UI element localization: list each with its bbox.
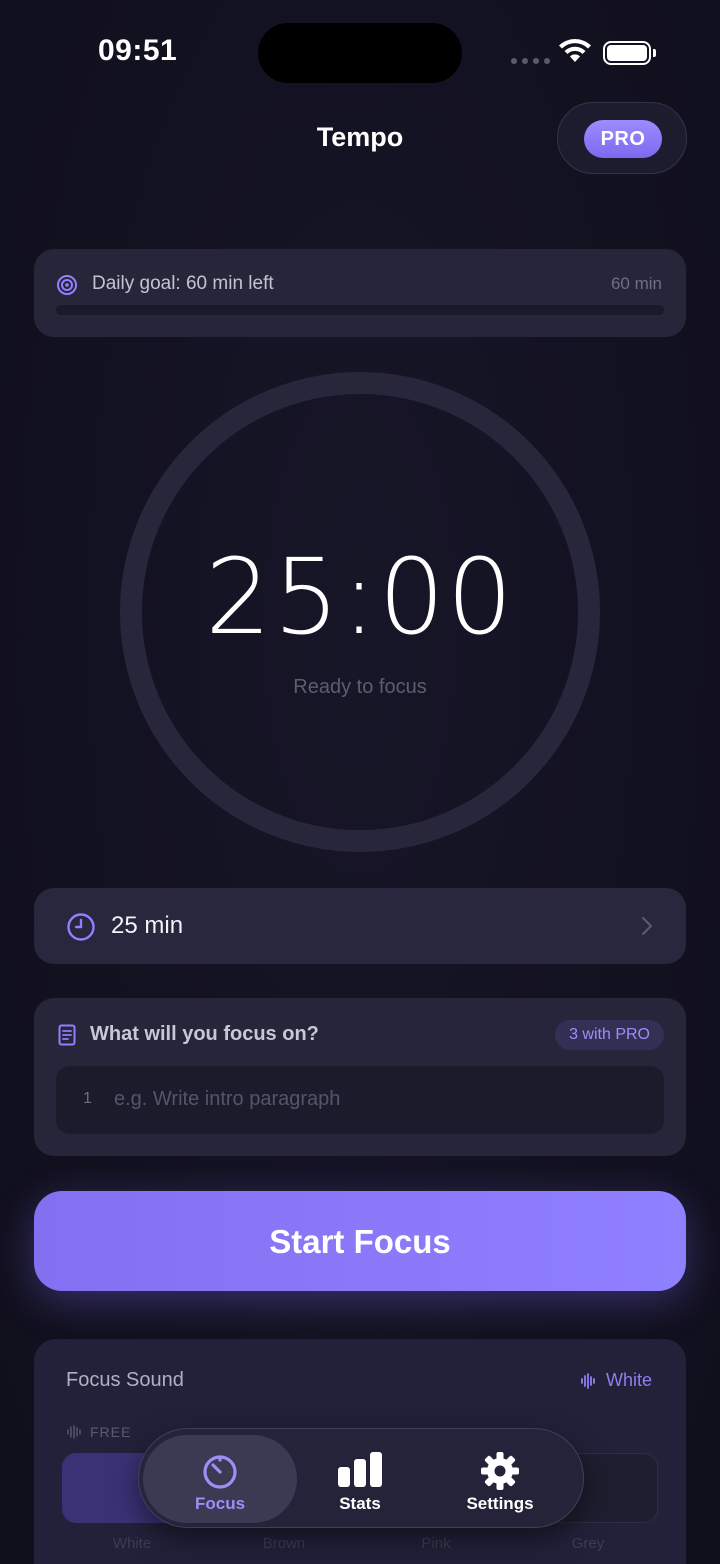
- tab-focus[interactable]: Focus: [145, 1429, 295, 1529]
- pro-button-container[interactable]: PRO: [557, 102, 687, 174]
- task-row-number: 1: [83, 1090, 92, 1107]
- pro-task-badge[interactable]: 3 with PRO: [555, 1020, 664, 1050]
- tab-settings-label: Settings: [466, 1494, 534, 1513]
- timer-value: 25:00: [205, 536, 515, 658]
- bar-chart-icon: [338, 1452, 382, 1487]
- start-focus-label: Start Focus: [269, 1223, 451, 1260]
- tab-stats[interactable]: Stats: [285, 1429, 435, 1529]
- task-prompt: What will you focus on?: [90, 1023, 319, 1045]
- sound-name-white: White: [112, 1535, 152, 1552]
- tab-focus-label: Focus: [194, 1494, 246, 1513]
- duration-label: 25 min: [111, 912, 184, 939]
- dynamic-island: [258, 23, 462, 83]
- sound-name-grey: Grey: [571, 1535, 605, 1552]
- free-sounds-label: FREE: [66, 1424, 131, 1440]
- start-focus-button[interactable]: Start Focus: [34, 1191, 686, 1291]
- notepad-icon: [58, 1024, 76, 1046]
- focus-sound-current-label: White: [605, 1370, 652, 1390]
- pro-button[interactable]: PRO: [584, 120, 662, 158]
- daily-goal-label: Daily goal: 60 min left: [92, 273, 274, 294]
- tab-stats-label: Stats: [339, 1494, 381, 1513]
- sound-name-brown: Brown: [262, 1535, 306, 1552]
- cellular-signal-icon: [511, 58, 550, 64]
- sound-name-pink: Pink: [421, 1535, 451, 1552]
- clock-icon: [67, 913, 95, 941]
- task-input[interactable]: 1 e.g. Write intro paragraph: [56, 1066, 664, 1134]
- free-label-text: FREE: [90, 1424, 132, 1440]
- waveform-small-icon: [67, 1425, 81, 1439]
- tab-bar: Focus Stats Settings: [138, 1428, 584, 1528]
- target-icon: [57, 275, 77, 295]
- wifi-icon: [559, 39, 591, 62]
- focus-sound-current[interactable]: White: [580, 1370, 652, 1391]
- waveform-icon: [581, 1372, 595, 1389]
- status-time: 09:51: [98, 34, 178, 67]
- daily-goal-card: Daily goal: 60 min left 60 min: [34, 249, 686, 337]
- chevron-right-icon: [642, 917, 652, 935]
- daily-goal-progress-bar: [56, 305, 664, 315]
- task-input-placeholder: e.g. Write intro paragraph: [114, 1088, 341, 1110]
- focus-screen: 09:51 Tempo PRO Daily goal: 60 min left …: [0, 0, 720, 1564]
- battery-icon: [603, 41, 656, 65]
- timer-status: Ready to focus: [293, 676, 427, 698]
- tab-settings[interactable]: Settings: [425, 1429, 575, 1529]
- gear-icon: [481, 1452, 519, 1490]
- focus-sound-title: Focus Sound: [66, 1369, 184, 1391]
- focus-task-card: What will you focus on? 3 with PRO 1 e.g…: [34, 998, 686, 1156]
- timer-icon: [203, 1455, 237, 1489]
- daily-goal-amount: 60 min: [610, 274, 662, 293]
- duration-selector[interactable]: 25 min: [34, 888, 686, 964]
